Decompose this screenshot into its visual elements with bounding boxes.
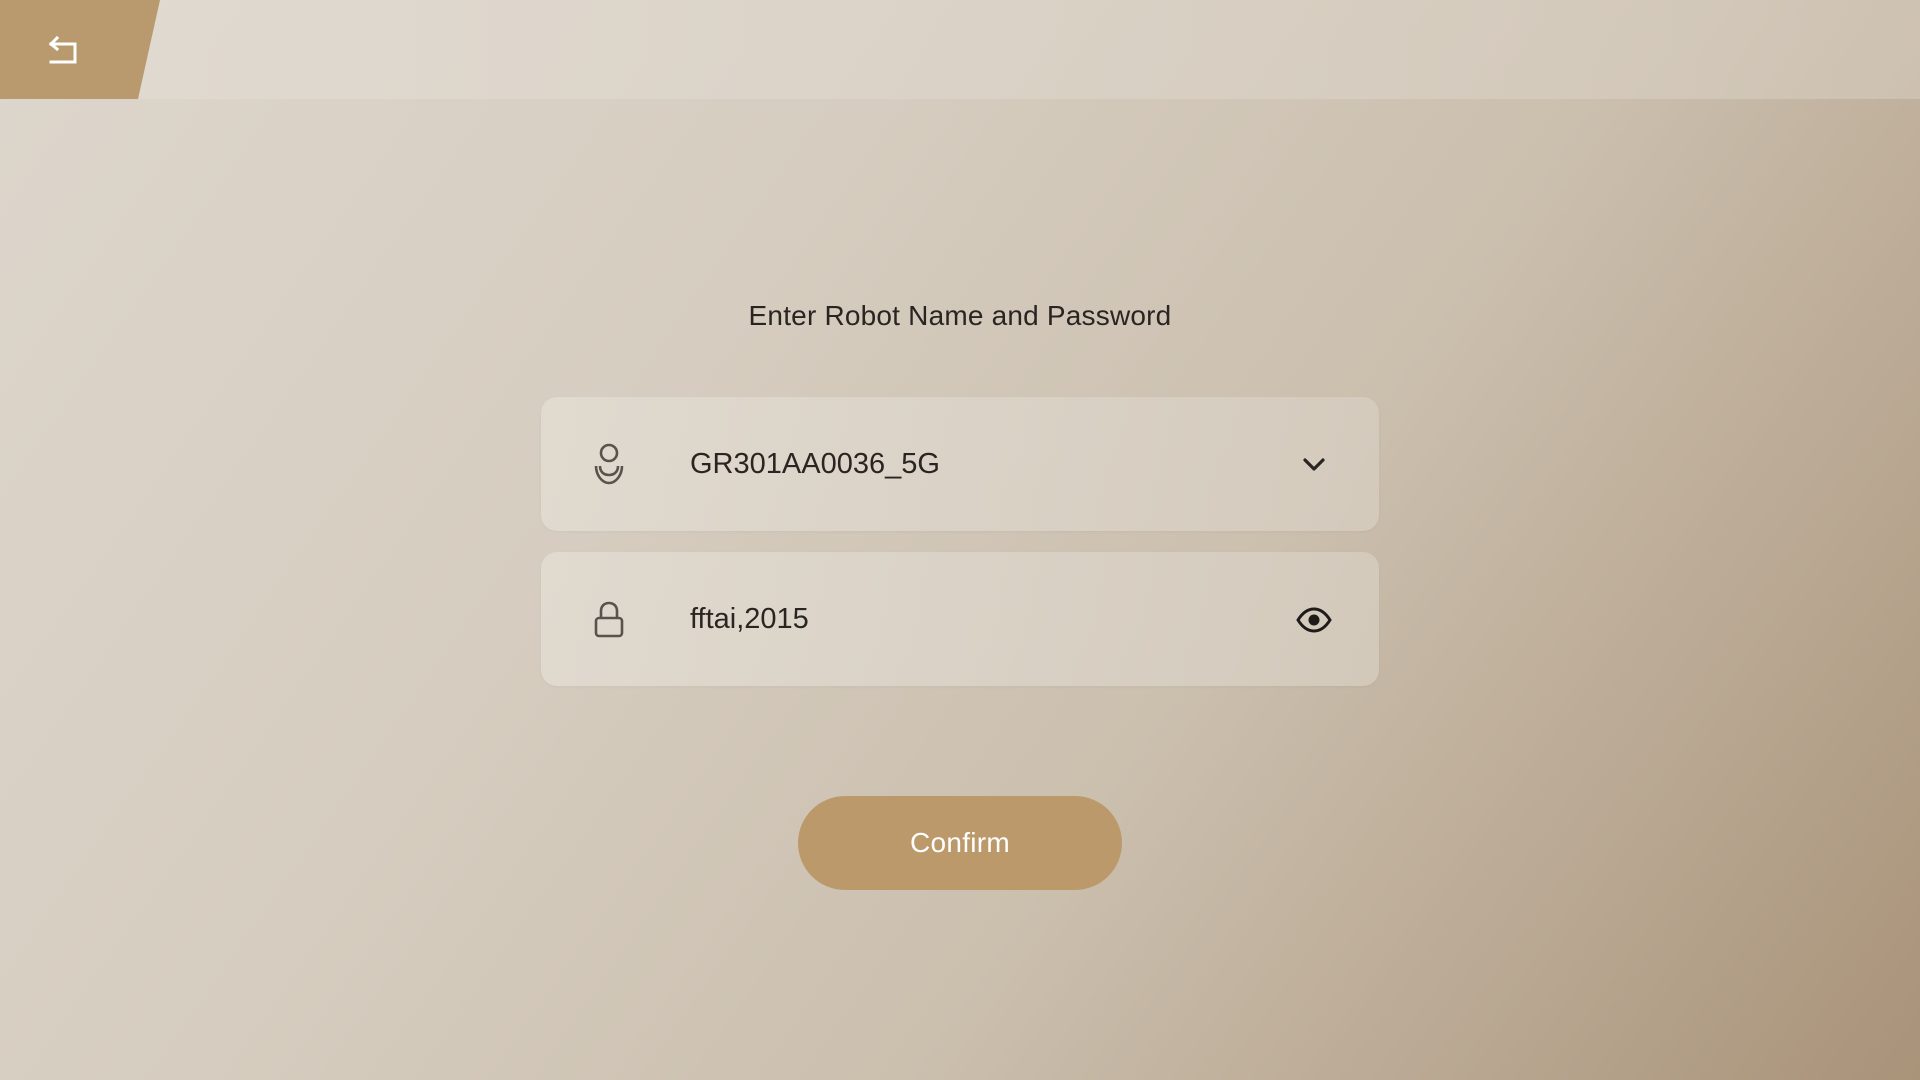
robot-name-field[interactable]: GR301AA0036_5G: [541, 397, 1379, 531]
back-button[interactable]: [0, 0, 160, 99]
page-title: Enter Robot Name and Password: [748, 300, 1172, 331]
top-bar: [0, 0, 1920, 99]
lock-icon: [594, 601, 624, 638]
robot-icon: [594, 443, 624, 485]
confirm-button[interactable]: Confirm: [798, 796, 1122, 890]
password-field[interactable]: fftai,2015: [541, 552, 1379, 686]
eye-icon[interactable]: [1295, 601, 1333, 639]
chevron-down-icon[interactable]: [1295, 446, 1333, 484]
back-arrow-icon: [48, 35, 77, 64]
robot-name-value[interactable]: GR301AA0036_5G: [690, 397, 1250, 531]
password-value[interactable]: fftai,2015: [690, 552, 1250, 686]
